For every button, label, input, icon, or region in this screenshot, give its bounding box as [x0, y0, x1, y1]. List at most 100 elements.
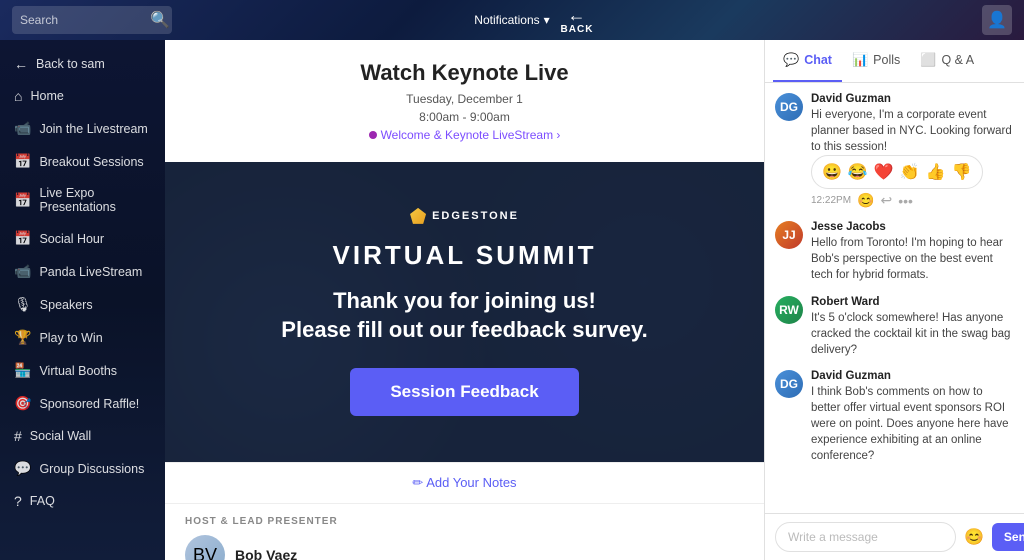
sidebar-item-home[interactable]: ⌂ Home: [0, 80, 165, 112]
msg-text-msg3: It's 5 o'clock somewhere! Has anyone cra…: [811, 310, 1014, 358]
sidebar-icon-join-livestream: 📹: [14, 120, 31, 137]
chat-message-msg2: JJ Jesse Jacobs Hello from Toronto! I'm ho…: [775, 221, 1014, 283]
sidebar-icon-social-wall: #: [14, 428, 22, 444]
sidebar: ← Back to sam ⌂ Home 📹 Join the Livestre…: [0, 40, 165, 560]
sidebar-label-group-discussions: Group Discussions: [39, 462, 144, 476]
notifications-button[interactable]: Notifications ▾: [474, 13, 549, 27]
emoji-input-icon[interactable]: 😊: [964, 527, 984, 547]
msg-text-msg4: I think Bob's comments on how to better …: [811, 384, 1014, 464]
sidebar-item-speakers[interactable]: 🎙 Speakers: [0, 288, 165, 321]
add-notes-label: ✏ Add Your Notes: [412, 475, 516, 491]
sidebar-item-back-to-sam[interactable]: ← Back to sam: [0, 48, 165, 80]
sidebar-item-join-livestream[interactable]: 📹 Join the Livestream: [0, 112, 165, 145]
sidebar-item-panda-livestream[interactable]: 📹 Panda LiveStream: [0, 255, 165, 288]
tab-icon-qa: ⬜: [920, 52, 936, 68]
msg-body-msg4: David GuzmanI think Bob's comments on ho…: [811, 370, 1014, 464]
emoji-😂[interactable]: 😂: [848, 162, 868, 182]
back-button[interactable]: ← BACK: [561, 6, 594, 35]
promo-banner: EDGESTONE VIRTUAL SUMMIT Thank you for j…: [165, 162, 764, 462]
notes-row: ✏ Add Your Notes: [165, 462, 764, 503]
msg-sender-msg3: Robert Ward: [811, 296, 1014, 308]
keynote-header: Watch Keynote Live Tuesday, December 1 8…: [165, 40, 764, 162]
sidebar-label-social-wall: Social Wall: [30, 429, 91, 443]
sidebar-label-home: Home: [30, 89, 63, 103]
user-avatar-icon[interactable]: 👤: [982, 5, 1012, 35]
emoji-❤️[interactable]: ❤️: [874, 162, 894, 182]
live-dot: [369, 131, 377, 139]
sidebar-item-sponsored-raffle[interactable]: 🎯 Sponsored Raffle!: [0, 387, 165, 420]
tab-label-polls: Polls: [873, 53, 900, 67]
sidebar-label-breakout-sessions: Breakout Sessions: [39, 155, 143, 169]
search-input[interactable]: [20, 13, 150, 27]
send-button[interactable]: Send: [992, 523, 1024, 551]
chat-input-row: 😊 Send: [765, 513, 1024, 560]
notifications-chevron-icon: ▾: [544, 13, 550, 27]
emoji-👍[interactable]: 👍: [926, 162, 946, 182]
sidebar-label-social-hour: Social Hour: [39, 232, 104, 246]
tab-icon-polls: 📊: [852, 52, 868, 68]
promo-content: EDGESTONE VIRTUAL SUMMIT Thank you for j…: [261, 178, 667, 446]
sidebar-item-faq[interactable]: ? FAQ: [0, 485, 165, 517]
sidebar-item-group-discussions[interactable]: 💬 Group Discussions: [0, 452, 165, 485]
emoji-reaction-bar[interactable]: 😀 😂 ❤️ 👏 👍 👎: [811, 155, 983, 189]
chat-msg-row-msg1: DGDavid GuzmanHi everyone, I'm a corpora…: [775, 93, 1014, 155]
msg-avatar-msg1: DG: [775, 93, 803, 121]
msg-react-icon[interactable]: 😊: [857, 192, 874, 209]
sidebar-label-speakers: Speakers: [40, 298, 93, 312]
search-icon: 🔍: [150, 10, 170, 30]
msg-body-msg3: Robert Ward It's 5 o'clock somewhere! Has…: [811, 296, 1014, 358]
msg-avatar-msg2: JJ: [775, 221, 803, 249]
sidebar-icon-group-discussions: 💬: [14, 460, 31, 477]
add-notes-link[interactable]: ✏ Add Your Notes: [412, 475, 516, 491]
msg-sender-msg2: Jesse Jacobs: [811, 221, 1014, 233]
right-panel: 💬 Chat 📊 Polls ⬜ Q & A DGDavid GuzmanHi every…: [764, 40, 1024, 560]
sidebar-item-live-expo[interactable]: 📅 Live Expo Presentations: [0, 178, 165, 222]
sidebar-item-breakout-sessions[interactable]: 📅 Breakout Sessions: [0, 145, 165, 178]
tab-qa[interactable]: ⬜ Q & A: [910, 40, 984, 82]
notifications-label: Notifications: [474, 13, 539, 27]
search-box[interactable]: 🔍: [12, 6, 172, 34]
session-feedback-button[interactable]: Session Feedback: [350, 368, 578, 416]
chat-message-msg4: DG David GuzmanI think Bob's comments on …: [775, 370, 1014, 464]
host-name: Bob Vaez: [235, 547, 297, 560]
tab-chat[interactable]: 💬 Chat: [773, 40, 842, 82]
sidebar-label-panda-livestream: Panda LiveStream: [39, 265, 142, 279]
sidebar-item-social-wall[interactable]: # Social Wall: [0, 420, 165, 452]
emoji-👏[interactable]: 👏: [900, 162, 920, 182]
sidebar-item-social-hour[interactable]: 📅 Social Hour: [0, 222, 165, 255]
sidebar-icon-home: ⌂: [14, 88, 22, 104]
host-row: BV Bob Vaez: [185, 535, 744, 560]
top-header: 🔍 ← BACK Notifications ▾ 👤: [0, 0, 1024, 40]
sidebar-icon-live-expo: 📅: [14, 192, 31, 209]
tab-icon-chat: 💬: [783, 52, 799, 68]
sidebar-label-join-livestream: Join the Livestream: [39, 122, 147, 136]
tab-polls[interactable]: 📊 Polls: [842, 40, 910, 82]
sidebar-label-faq: FAQ: [30, 494, 55, 508]
tab-label-chat: Chat: [804, 53, 832, 67]
sidebar-icon-social-hour: 📅: [14, 230, 31, 247]
emoji-👎[interactable]: 👎: [952, 162, 972, 182]
msg-text-msg2: Hello from Toronto! I'm hoping to hear B…: [811, 235, 1014, 283]
keynote-title: Watch Keynote Live: [185, 60, 744, 86]
msg-reply-icon[interactable]: ↩: [880, 192, 892, 209]
summit-title: VIRTUAL SUMMIT: [333, 240, 597, 271]
host-avatar: BV: [185, 535, 225, 560]
tab-label-qa: Q & A: [941, 53, 974, 67]
sidebar-item-virtual-booths[interactable]: 🏪 Virtual Booths: [0, 354, 165, 387]
msg-timestamp: 12:22PM: [811, 195, 851, 206]
sidebar-icon-sponsored-raffle: 🎯: [14, 395, 31, 412]
msg-more-icon[interactable]: •••: [898, 193, 913, 209]
host-section-label: HOST & LEAD PRESENTER: [185, 516, 744, 527]
sidebar-item-play-to-win[interactable]: 🏆 Play to Win: [0, 321, 165, 354]
chat-msg-row-msg3: RWRobert WardIt's 5 o'clock somewhere! H…: [775, 296, 1014, 358]
emoji-😀[interactable]: 😀: [822, 162, 842, 182]
message-input[interactable]: [775, 522, 956, 552]
keynote-link[interactable]: Welcome & Keynote LiveStream ›: [185, 128, 744, 142]
keynote-link-text: Welcome & Keynote LiveStream ›: [381, 128, 561, 142]
thank-you-line2: Please fill out our feedback survey.: [281, 316, 647, 345]
msg-avatar-msg4: DG: [775, 370, 803, 398]
chat-msg-row-msg4: DG David GuzmanI think Bob's comments on …: [775, 370, 1014, 464]
header-center: ← BACK: [561, 6, 594, 35]
promo-text: Thank you for joining us! Please fill ou…: [281, 287, 647, 344]
panel-tabs: 💬 Chat 📊 Polls ⬜ Q & A: [765, 40, 1024, 83]
